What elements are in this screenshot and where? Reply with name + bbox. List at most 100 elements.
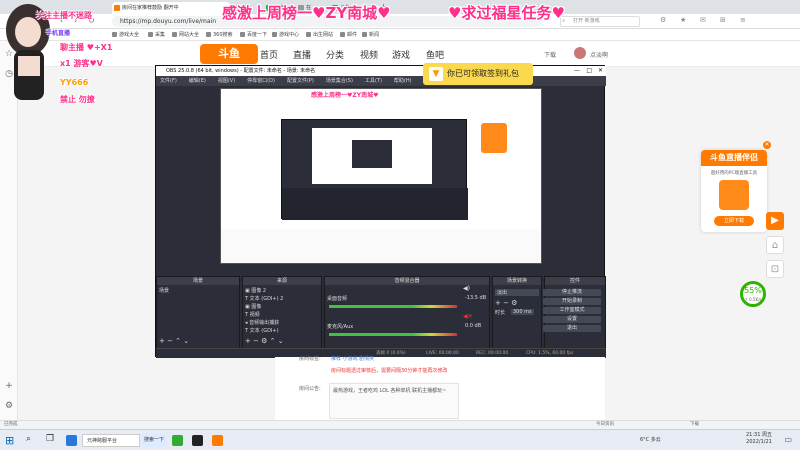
close-icon[interactable]: ✕ (763, 141, 771, 149)
bookmark-label: 网站大全 (179, 32, 200, 38)
studio-mode-button[interactable]: 工作室模式 (543, 307, 601, 314)
bookmark-item[interactable]: 百度一下 (240, 30, 267, 40)
obs-window: OBS 25.0.8 (64 bit, windows) - 配置文件: 未命名… (155, 65, 606, 358)
settings-button[interactable]: 设置 (543, 316, 601, 323)
promo-logo (719, 180, 749, 210)
obs-title: OBS 25.0.8 (64 bit, windows) - 配置文件: 未命名… (166, 68, 316, 74)
extension-icon[interactable]: ★ (680, 16, 686, 24)
menu-view[interactable]: 视图(V) (218, 78, 235, 84)
exit-button[interactable]: 退出 (543, 325, 601, 332)
overlay-left-text: 聊主播 ♥+X1 (60, 43, 113, 52)
bookmark-item[interactable]: 游戏大全 (112, 30, 139, 40)
speaker-icon[interactable]: ◀) (463, 285, 470, 292)
bookmark-item[interactable]: 网站大全 (172, 30, 199, 40)
bookmark-item[interactable]: 出生网站 (306, 30, 333, 40)
menu-file[interactable]: 文件(F) (160, 78, 177, 84)
close-icon[interactable]: ✕ (598, 66, 603, 76)
obs-icon[interactable] (192, 435, 203, 446)
minimize-icon[interactable]: — (574, 66, 580, 76)
scene-item[interactable]: 场景 (159, 287, 169, 294)
transition-controls[interactable]: + − ⚙ (495, 299, 517, 307)
source-name: 图像 (251, 304, 262, 310)
progress-speed: ↑ 0.5K/s (744, 297, 762, 302)
source-controls[interactable]: + − ⚙ ⌃ ⌄ (245, 337, 284, 345)
avatar[interactable] (574, 47, 586, 59)
field-value[interactable]: 推荐 小游戏 剧情类 (331, 355, 374, 362)
nav-home[interactable]: 首页 (260, 48, 278, 61)
clock[interactable]: 21:31 周五 2022/1/21 (746, 432, 772, 446)
gift-notification[interactable]: ▼ 你已可领取签到礼包 (423, 63, 533, 85)
task-view-icon[interactable]: ❐ (46, 434, 54, 444)
overlay-headline: 感激上周榜一♥ZY南城♥ (222, 4, 391, 22)
bookmark-item[interactable]: 360搜索 (206, 30, 233, 40)
tab-label: 房间在家推荐鼓励 翻开中 (122, 5, 179, 11)
overlay-left-text: 手机直播 (46, 30, 71, 37)
bookmark-item[interactable]: 采集 (148, 30, 165, 40)
nav-live[interactable]: 直播 (293, 48, 311, 61)
nav-category[interactable]: 分类 (326, 48, 344, 61)
bookmark-item[interactable]: 新闻 (362, 30, 379, 40)
screenshot-icon[interactable]: ⊡ (766, 260, 784, 278)
browser-search-input[interactable]: 打开 新游戏 (560, 16, 640, 27)
app-icon[interactable] (172, 435, 183, 446)
preview-nested-deeper (352, 140, 392, 168)
bookmark-item[interactable]: 游戏中心 (272, 30, 299, 40)
tab-active[interactable]: 房间在家推荐鼓励 翻开中 (112, 2, 230, 14)
extension-icon[interactable]: ⚙ (660, 16, 666, 24)
source-name: 图像 2 (251, 288, 267, 294)
source-item[interactable]: T 视频 (245, 311, 260, 318)
douyu-logo[interactable]: 斗鱼 (200, 44, 258, 64)
progress-percent: 55% (744, 286, 762, 295)
douyu-icon[interactable] (212, 435, 223, 446)
notification-icon[interactable]: ▭ (784, 435, 792, 444)
taskbar-app[interactable]: 元神跨服平台 (82, 434, 140, 447)
home-icon[interactable]: ⌂ (766, 236, 784, 254)
menu-help[interactable]: 帮助(H) (394, 78, 412, 84)
menu-edit[interactable]: 编辑(E) (189, 78, 206, 84)
scene-controls[interactable]: + − ⌃ ⌄ (159, 337, 189, 345)
nav-games[interactable]: 游戏 (392, 48, 410, 61)
nav-video[interactable]: 视频 (360, 48, 378, 61)
menu-profile[interactable]: 配置文件(P) (287, 78, 314, 84)
preview-nested-docks (282, 188, 468, 220)
source-item[interactable]: T 文本 (GDI+) 2 (245, 295, 283, 302)
bookmark-label: 游戏中心 (279, 32, 300, 38)
stop-streaming-button[interactable]: 停止推流 (543, 289, 601, 296)
source-item[interactable]: ▣ 图像 2 (245, 287, 266, 294)
controls-dock: 控件 停止推流 开始录制 工作室模式 设置 退出 (543, 276, 606, 358)
edge-icon[interactable] (66, 435, 77, 446)
mixer-dock: 音频混合器 桌面音频 -13.5 dB ◀) 麦克风/Aux 0.0 dB ◀✕ (324, 276, 490, 358)
settings-icon[interactable]: ⚙ (4, 401, 14, 411)
user-name[interactable]: 点淡啊 (590, 50, 608, 59)
source-item[interactable]: ◂ 音频输出捕获 (245, 319, 279, 326)
extension-icon[interactable]: ⊞ (720, 16, 726, 24)
promo-download-button[interactable]: 立即下载 (714, 216, 754, 226)
menu-docks[interactable]: 停靠窗口(D) (247, 78, 275, 84)
obs-preview[interactable]: 感激上周榜一♥ZY南城♥ (220, 88, 542, 264)
source-item[interactable]: T 文本 (GDI+) (245, 327, 279, 334)
weather[interactable]: 6°C 多云 (640, 436, 661, 443)
mute-icon[interactable]: ◀✕ (463, 313, 473, 320)
download-button[interactable]: 下载 (690, 421, 699, 429)
preview-promo (481, 123, 507, 153)
news-link[interactable]: 今日资讯 (596, 421, 614, 429)
play-icon[interactable]: ▶ (766, 212, 784, 230)
start-recording-button[interactable]: 开始录制 (543, 298, 601, 305)
mixer-label: 桌面音频 (327, 296, 348, 302)
search-icon[interactable]: ⌕ (26, 434, 31, 444)
menu-scene-collection[interactable]: 场景集合(S) (326, 78, 353, 84)
windows-start-icon[interactable]: ⊞ (5, 434, 14, 447)
add-icon[interactable]: + (4, 381, 14, 391)
menu-icon[interactable]: ≡ (740, 16, 746, 24)
taskbar-app[interactable]: 搜索一下 (142, 434, 166, 447)
maximize-icon[interactable]: □ (586, 66, 592, 76)
transition-select[interactable]: 淡出 (495, 289, 539, 296)
nav-fishbar[interactable]: 鱼吧 (426, 48, 444, 61)
menu-tools[interactable]: 工具(T) (365, 78, 382, 84)
extension-icon[interactable]: ✉ (700, 16, 706, 24)
source-item[interactable]: ▣ 图像 (245, 303, 261, 310)
download-link[interactable]: 下载 (544, 50, 556, 59)
announcement-textarea[interactable]: 最热游戏，王者吃鸡 LOL 各种单机 联机主播都玩~ (329, 383, 459, 419)
bookmark-item[interactable]: 邮件 (340, 30, 357, 40)
duration-input[interactable]: 300 ms (511, 309, 534, 315)
